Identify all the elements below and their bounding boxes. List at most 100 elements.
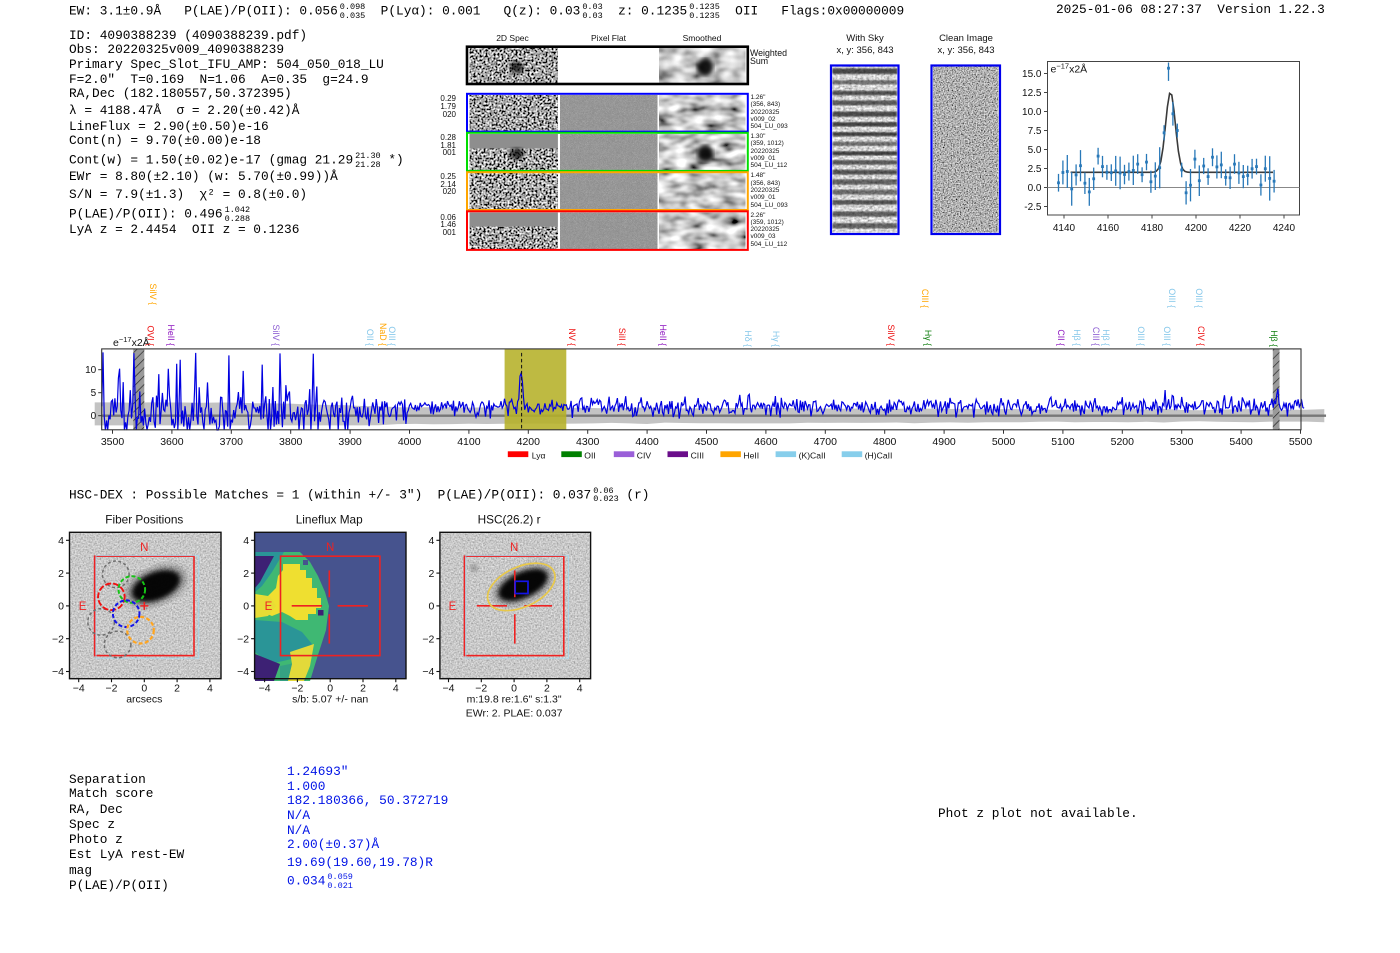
svg-text:4700: 4700 — [814, 436, 838, 448]
svg-text:E: E — [79, 601, 87, 613]
svg-text:4000: 4000 — [398, 436, 422, 448]
svg-text:HeII: HeII — [743, 450, 759, 460]
svg-text:OVI {: OVI { — [145, 325, 155, 346]
svg-text:OIII {: OIII { — [1136, 326, 1146, 346]
svg-text:5300: 5300 — [1170, 436, 1194, 448]
svg-text:CIII: CIII — [691, 450, 704, 460]
svg-text:−4: −4 — [237, 666, 249, 678]
svg-text:4140: 4140 — [1053, 223, 1076, 234]
svg-text:4: 4 — [429, 535, 435, 547]
svg-text:N: N — [326, 542, 334, 554]
svg-text:Fiber Positions: Fiber Positions — [105, 513, 183, 527]
svg-text:4600: 4600 — [754, 436, 778, 448]
svg-text:0.0: 0.0 — [1028, 183, 1042, 194]
svg-text:5400: 5400 — [1229, 436, 1253, 448]
svg-text:4220: 4220 — [1229, 223, 1252, 234]
svg-text:10.0: 10.0 — [1022, 107, 1042, 118]
svg-text:OII {: OII { — [365, 329, 375, 346]
svg-text:5500: 5500 — [1289, 436, 1313, 448]
svg-text:2.5: 2.5 — [1028, 164, 1042, 175]
svg-text:4: 4 — [207, 683, 213, 695]
svg-text:5.0: 5.0 — [1028, 145, 1042, 156]
svg-text:15.0: 15.0 — [1022, 69, 1042, 80]
svg-text:5000: 5000 — [992, 436, 1016, 448]
svg-text:OIII {: OIII { — [1162, 326, 1172, 346]
svg-text:Hγ {: Hγ { — [923, 330, 933, 346]
svg-text:4900: 4900 — [932, 436, 956, 448]
svg-text:N: N — [140, 542, 148, 554]
svg-text:E: E — [449, 601, 457, 613]
svg-text:−4: −4 — [73, 683, 85, 695]
svg-text:e−17x2Å: e−17x2Å — [1051, 62, 1088, 76]
svg-text:4100: 4100 — [457, 436, 481, 448]
svg-text:EWr: 2. PLAE: 0.037: EWr: 2. PLAE: 0.037 — [466, 708, 563, 720]
svg-text:4200: 4200 — [1185, 223, 1208, 234]
svg-text:(H)CaII: (H)CaII — [865, 450, 893, 460]
svg-text:3800: 3800 — [279, 436, 303, 448]
svg-text:Hγ {: Hγ { — [771, 331, 781, 347]
svg-text:OIII {: OIII { — [1194, 288, 1204, 308]
svg-text:HeII {: HeII { — [166, 324, 176, 346]
svg-text:4: 4 — [243, 535, 249, 547]
svg-text:−2: −2 — [106, 683, 118, 695]
svg-text:4200: 4200 — [517, 436, 541, 448]
svg-text:E: E — [265, 601, 273, 613]
svg-text:arcsecs: arcsecs — [126, 694, 162, 706]
svg-text:Hβ {: Hβ { — [1101, 329, 1111, 346]
svg-text:CII {: CII { — [1056, 329, 1066, 346]
svg-text:HeII {: HeII { — [658, 324, 668, 346]
svg-text:4240: 4240 — [1273, 223, 1296, 234]
svg-text:−4: −4 — [443, 683, 455, 695]
svg-text:e−17x2Å: e−17x2Å — [113, 335, 150, 349]
svg-text:N: N — [510, 542, 518, 554]
svg-text:7.5: 7.5 — [1028, 126, 1042, 137]
svg-text:NaD {: NaD { — [378, 323, 388, 346]
svg-text:Hβ {: Hβ { — [1269, 330, 1279, 347]
svg-text:12.5: 12.5 — [1022, 88, 1042, 99]
svg-text:CIV {: CIV { — [1196, 326, 1206, 346]
svg-text:10: 10 — [85, 365, 97, 376]
svg-text:2: 2 — [429, 568, 435, 580]
svg-text:CIV: CIV — [637, 450, 652, 460]
svg-text:−2: −2 — [422, 633, 434, 645]
svg-text:2: 2 — [58, 568, 64, 580]
svg-text:5: 5 — [91, 388, 97, 399]
svg-text:4: 4 — [577, 683, 583, 695]
svg-text:4800: 4800 — [873, 436, 897, 448]
svg-text:CIII {: CIII { — [1091, 327, 1101, 346]
svg-text:2: 2 — [174, 683, 180, 695]
svg-text:OIII {: OIII { — [387, 326, 397, 346]
svg-text:2: 2 — [243, 568, 249, 580]
svg-text:SiII {: SiII { — [617, 328, 627, 346]
svg-text:4400: 4400 — [635, 436, 659, 448]
svg-text:4300: 4300 — [576, 436, 600, 448]
svg-text:5200: 5200 — [1111, 436, 1135, 448]
svg-text:−4: −4 — [422, 666, 434, 678]
svg-text:3600: 3600 — [160, 436, 184, 448]
svg-text:4180: 4180 — [1141, 223, 1164, 234]
svg-text:OIII {: OIII { — [1167, 288, 1177, 308]
svg-text:3500: 3500 — [101, 436, 125, 448]
svg-text:HSC(26.2) r: HSC(26.2) r — [478, 513, 541, 527]
svg-text:−2: −2 — [52, 633, 64, 645]
svg-text:5100: 5100 — [1051, 436, 1075, 448]
svg-text:4: 4 — [393, 683, 399, 695]
svg-text:SiIV {: SiIV { — [148, 283, 158, 305]
svg-text:SiIV {: SiIV { — [886, 324, 896, 346]
svg-text:s/b: 5.07 +/- nan: s/b: 5.07 +/- nan — [292, 694, 368, 706]
svg-text:4500: 4500 — [695, 436, 719, 448]
svg-text:−4: −4 — [259, 683, 271, 695]
svg-text:4160: 4160 — [1097, 223, 1120, 234]
svg-text:(K)CaII: (K)CaII — [799, 450, 826, 460]
svg-text:-2.5: -2.5 — [1024, 202, 1042, 213]
svg-text:−2: −2 — [237, 633, 249, 645]
svg-text:0: 0 — [58, 601, 64, 613]
svg-text:0: 0 — [91, 411, 97, 422]
svg-text:−4: −4 — [52, 666, 64, 678]
svg-text:0: 0 — [429, 601, 435, 613]
svg-text:3900: 3900 — [338, 436, 362, 448]
svg-text:3700: 3700 — [220, 436, 244, 448]
svg-text:Hβ {: Hβ { — [1072, 329, 1082, 346]
svg-text:NV {: NV { — [567, 328, 577, 346]
svg-text:Lineflux Map: Lineflux Map — [296, 513, 363, 527]
